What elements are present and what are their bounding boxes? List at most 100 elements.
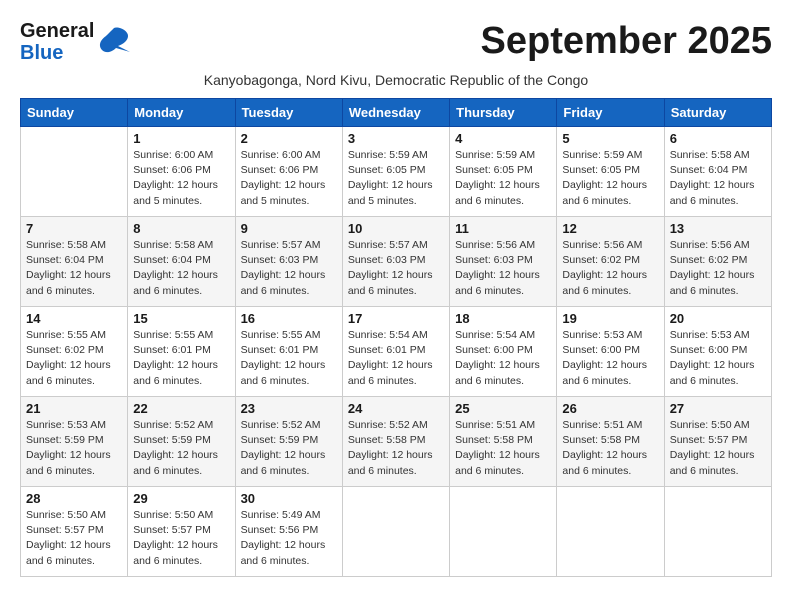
day-info: Sunrise: 5:55 AM Sunset: 6:02 PM Dayligh…: [26, 328, 122, 389]
day-info: Sunrise: 5:55 AM Sunset: 6:01 PM Dayligh…: [133, 328, 229, 389]
day-info: Sunrise: 5:52 AM Sunset: 5:58 PM Dayligh…: [348, 418, 444, 479]
day-info: Sunrise: 5:58 AM Sunset: 6:04 PM Dayligh…: [670, 148, 766, 209]
day-number: 16: [241, 311, 337, 326]
col-header-friday: Friday: [557, 99, 664, 127]
logo-general: General: [20, 20, 94, 42]
calendar-cell: 19 Sunrise: 5:53 AM Sunset: 6:00 PM Dayli…: [557, 307, 664, 397]
day-info: Sunrise: 5:51 AM Sunset: 5:58 PM Dayligh…: [455, 418, 551, 479]
calendar-cell: 8 Sunrise: 5:58 AM Sunset: 6:04 PM Daylig…: [128, 217, 235, 307]
calendar-cell: 17 Sunrise: 5:54 AM Sunset: 6:01 PM Dayli…: [342, 307, 449, 397]
calendar-cell: 25 Sunrise: 5:51 AM Sunset: 5:58 PM Dayli…: [450, 397, 557, 487]
day-info: Sunrise: 5:59 AM Sunset: 6:05 PM Dayligh…: [348, 148, 444, 209]
calendar-cell: 6 Sunrise: 5:58 AM Sunset: 6:04 PM Daylig…: [664, 127, 771, 217]
day-number: 20: [670, 311, 766, 326]
day-number: 21: [26, 401, 122, 416]
calendar-table: SundayMondayTuesdayWednesdayThursdayFrid…: [20, 98, 772, 577]
month-title: September 2025: [481, 20, 773, 63]
day-number: 6: [670, 131, 766, 146]
calendar-cell: 29 Sunrise: 5:50 AM Sunset: 5:57 PM Dayli…: [128, 487, 235, 577]
calendar-header-row: SundayMondayTuesdayWednesdayThursdayFrid…: [21, 99, 772, 127]
day-number: 17: [348, 311, 444, 326]
calendar-cell: 10Sunrise: 5:57 AM Sunset: 6:03 PM Dayli…: [342, 217, 449, 307]
calendar-cell: 1Sunrise: 6:00 AM Sunset: 6:06 PM Daylig…: [128, 127, 235, 217]
day-number: 5: [562, 131, 658, 146]
calendar-cell: 16 Sunrise: 5:55 AM Sunset: 6:01 PM Dayli…: [235, 307, 342, 397]
calendar-week-row: 21 Sunrise: 5:53 AM Sunset: 5:59 PM Dayli…: [21, 397, 772, 487]
day-number: 4: [455, 131, 551, 146]
day-info: Sunrise: 5:56 AM Sunset: 6:03 PM Dayligh…: [455, 238, 551, 299]
day-info: Sunrise: 5:55 AM Sunset: 6:01 PM Dayligh…: [241, 328, 337, 389]
col-header-thursday: Thursday: [450, 99, 557, 127]
logo: General Blue: [20, 20, 130, 64]
day-number: 27: [670, 401, 766, 416]
day-number: 9: [241, 221, 337, 236]
calendar-cell: 11 Sunrise: 5:56 AM Sunset: 6:03 PM Dayli…: [450, 217, 557, 307]
calendar-cell: 20 Sunrise: 5:53 AM Sunset: 6:00 PM Dayli…: [664, 307, 771, 397]
day-info: Sunrise: 5:53 AM Sunset: 6:00 PM Dayligh…: [670, 328, 766, 389]
day-number: 3: [348, 131, 444, 146]
calendar-cell: 14 Sunrise: 5:55 AM Sunset: 6:02 PM Dayli…: [21, 307, 128, 397]
day-number: 7: [26, 221, 122, 236]
day-info: Sunrise: 6:00 AM Sunset: 6:06 PM Dayligh…: [133, 148, 229, 209]
day-number: 8: [133, 221, 229, 236]
day-info: Sunrise: 5:52 AM Sunset: 5:59 PM Dayligh…: [241, 418, 337, 479]
day-info: Sunrise: 5:52 AM Sunset: 5:59 PM Dayligh…: [133, 418, 229, 479]
logo-bird-icon: [98, 26, 130, 59]
calendar-cell: [342, 487, 449, 577]
day-number: 30: [241, 491, 337, 506]
col-header-sunday: Sunday: [21, 99, 128, 127]
calendar-cell: [557, 487, 664, 577]
calendar-cell: 7 Sunrise: 5:58 AM Sunset: 6:04 PM Daylig…: [21, 217, 128, 307]
calendar-cell: 21 Sunrise: 5:53 AM Sunset: 5:59 PM Dayli…: [21, 397, 128, 487]
day-info: Sunrise: 5:57 AM Sunset: 6:03 PM Dayligh…: [241, 238, 337, 299]
calendar-cell: 22 Sunrise: 5:52 AM Sunset: 5:59 PM Dayli…: [128, 397, 235, 487]
day-info: Sunrise: 5:58 AM Sunset: 6:04 PM Dayligh…: [133, 238, 229, 299]
day-number: 11: [455, 221, 551, 236]
calendar-cell: 3 Sunrise: 5:59 AM Sunset: 6:05 PM Daylig…: [342, 127, 449, 217]
calendar-cell: 4Sunrise: 5:59 AM Sunset: 6:05 PM Daylig…: [450, 127, 557, 217]
day-info: Sunrise: 5:58 AM Sunset: 6:04 PM Dayligh…: [26, 238, 122, 299]
page-container: General Blue September 2025 Kanyobagonga…: [20, 20, 772, 577]
day-info: Sunrise: 5:53 AM Sunset: 5:59 PM Dayligh…: [26, 418, 122, 479]
day-info: Sunrise: 5:57 AM Sunset: 6:03 PM Dayligh…: [348, 238, 444, 299]
day-info: Sunrise: 5:50 AM Sunset: 5:57 PM Dayligh…: [26, 508, 122, 569]
day-info: Sunrise: 5:50 AM Sunset: 5:57 PM Dayligh…: [670, 418, 766, 479]
day-number: 26: [562, 401, 658, 416]
day-number: 19: [562, 311, 658, 326]
calendar-week-row: 28Sunrise: 5:50 AM Sunset: 5:57 PM Dayli…: [21, 487, 772, 577]
day-info: Sunrise: 6:00 AM Sunset: 6:06 PM Dayligh…: [241, 148, 337, 209]
calendar-cell: 28Sunrise: 5:50 AM Sunset: 5:57 PM Dayli…: [21, 487, 128, 577]
day-number: 18: [455, 311, 551, 326]
calendar-cell: 18 Sunrise: 5:54 AM Sunset: 6:00 PM Dayli…: [450, 307, 557, 397]
calendar-week-row: 7 Sunrise: 5:58 AM Sunset: 6:04 PM Daylig…: [21, 217, 772, 307]
col-header-wednesday: Wednesday: [342, 99, 449, 127]
calendar-cell: [450, 487, 557, 577]
day-number: 29: [133, 491, 229, 506]
calendar-week-row: 14 Sunrise: 5:55 AM Sunset: 6:02 PM Dayli…: [21, 307, 772, 397]
day-info: Sunrise: 5:53 AM Sunset: 6:00 PM Dayligh…: [562, 328, 658, 389]
calendar-cell: 27 Sunrise: 5:50 AM Sunset: 5:57 PM Dayli…: [664, 397, 771, 487]
day-info: Sunrise: 5:54 AM Sunset: 6:01 PM Dayligh…: [348, 328, 444, 389]
day-number: 22: [133, 401, 229, 416]
day-info: Sunrise: 5:56 AM Sunset: 6:02 PM Dayligh…: [562, 238, 658, 299]
col-header-monday: Monday: [128, 99, 235, 127]
day-number: 23: [241, 401, 337, 416]
day-info: Sunrise: 5:54 AM Sunset: 6:00 PM Dayligh…: [455, 328, 551, 389]
logo-blue: Blue: [20, 42, 94, 64]
day-info: Sunrise: 5:50 AM Sunset: 5:57 PM Dayligh…: [133, 508, 229, 569]
day-info: Sunrise: 5:56 AM Sunset: 6:02 PM Dayligh…: [670, 238, 766, 299]
calendar-cell: 26 Sunrise: 5:51 AM Sunset: 5:58 PM Dayli…: [557, 397, 664, 487]
day-number: 12: [562, 221, 658, 236]
calendar-cell: 9 Sunrise: 5:57 AM Sunset: 6:03 PM Daylig…: [235, 217, 342, 307]
day-number: 24: [348, 401, 444, 416]
day-number: 25: [455, 401, 551, 416]
calendar-cell: [664, 487, 771, 577]
day-info: Sunrise: 5:51 AM Sunset: 5:58 PM Dayligh…: [562, 418, 658, 479]
calendar-cell: 13 Sunrise: 5:56 AM Sunset: 6:02 PM Dayli…: [664, 217, 771, 307]
day-number: 13: [670, 221, 766, 236]
day-number: 15: [133, 311, 229, 326]
calendar-cell: 15 Sunrise: 5:55 AM Sunset: 6:01 PM Dayli…: [128, 307, 235, 397]
day-number: 14: [26, 311, 122, 326]
calendar-cell: 23 Sunrise: 5:52 AM Sunset: 5:59 PM Dayli…: [235, 397, 342, 487]
calendar-cell: 12 Sunrise: 5:56 AM Sunset: 6:02 PM Dayli…: [557, 217, 664, 307]
